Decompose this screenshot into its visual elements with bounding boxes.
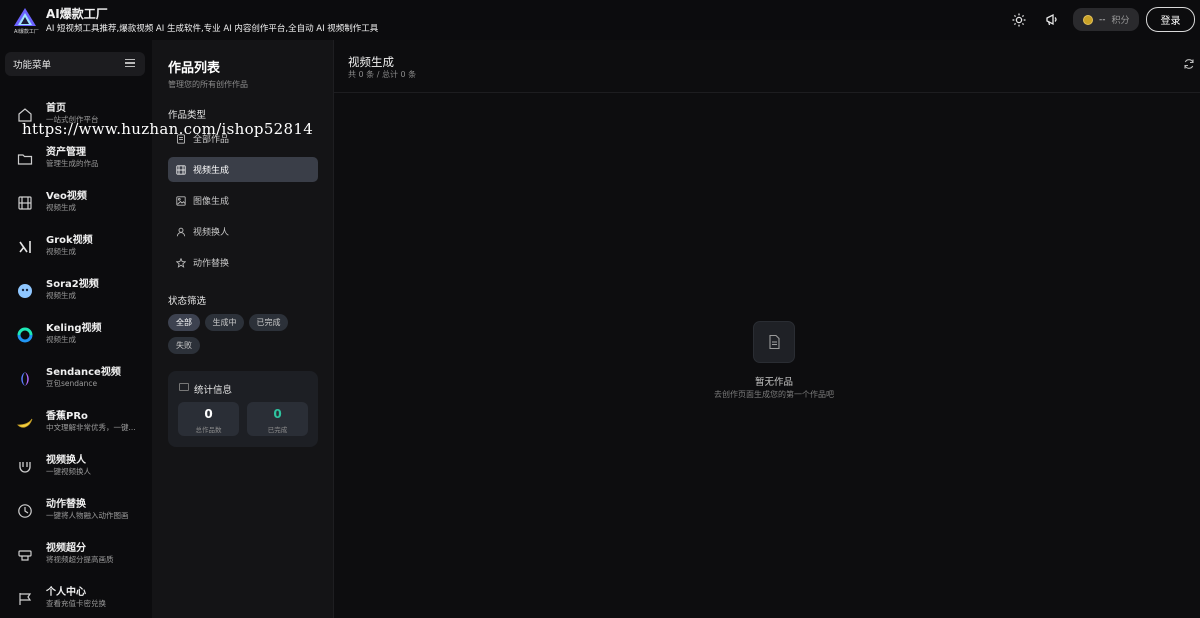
type-label: 动作替换	[193, 259, 230, 269]
user-icon	[176, 227, 186, 237]
credits-label: 积分	[1111, 16, 1130, 26]
sidebar-item-title: Sendance视频	[46, 367, 121, 378]
sidebar-item-desc: 视频生成	[46, 291, 76, 300]
sidebar-item-desc: 视频生成	[46, 335, 76, 344]
stat-total-label: 总作品数	[195, 426, 222, 434]
sidebar-item-motion-replace[interactable]: 动作替换 一键将人物融入动作图画	[0, 492, 152, 532]
folder-icon	[15, 149, 35, 169]
status-chip-failed[interactable]: 失败	[168, 337, 200, 354]
type-section-label: 作品类型	[168, 110, 207, 121]
brand-title: AI爆款工厂	[46, 7, 108, 21]
type-label: 视频生成	[193, 166, 230, 176]
banana-icon	[15, 413, 35, 433]
stats-title: 统计信息	[194, 385, 233, 396]
sidebar-item-title: 首页	[46, 103, 66, 114]
type-motion-replace[interactable]: 动作替换	[168, 250, 318, 275]
sidebar-item-desc: 管理生成的作品	[46, 159, 99, 168]
image-icon	[176, 195, 186, 206]
sidebar-item-assets[interactable]: 资产管理 管理生成的作品	[0, 140, 152, 180]
clock-icon	[15, 501, 35, 521]
type-video-generation[interactable]: 视频生成	[168, 157, 318, 182]
sidebar-item-upscale[interactable]: 视频超分 将视频超分提高画质	[0, 536, 152, 576]
stats-icon	[179, 383, 189, 391]
status-chip-generating[interactable]: 生成中	[205, 314, 244, 331]
sidebar-item-title: Keling视频	[46, 323, 102, 334]
sidebar-item-title: Veo视频	[46, 191, 87, 202]
film-icon	[15, 193, 35, 213]
main-title: 视频生成	[348, 55, 394, 69]
keling-icon	[15, 325, 35, 345]
status-chip-completed[interactable]: 已完成	[249, 314, 288, 331]
sidebar-item-desc: 将视频超分提高画质	[46, 555, 114, 564]
stat-completed: 0 已完成	[247, 402, 308, 436]
main-header: 视频生成 共 0 条 / 总计 0 条	[334, 40, 1200, 93]
sidebar-item-title: 资产管理	[46, 147, 86, 158]
stat-total-value: 0	[204, 407, 213, 421]
empty-state-title: 暂无作品	[754, 377, 793, 388]
sidebar-item-sendance[interactable]: Sendance视频 豆包sendance	[0, 360, 152, 400]
type-label: 图像生成	[193, 197, 230, 207]
sidebar-item-face-swap[interactable]: 视频换人 一键视频换人	[0, 448, 152, 488]
sendance-icon	[15, 369, 35, 389]
type-label: 视频换人	[193, 228, 230, 238]
sidebar-item-title: Grok视频	[46, 235, 93, 246]
sidebar-item-desc: 一键视频换人	[46, 467, 91, 476]
refresh-icon[interactable]	[1183, 58, 1195, 70]
login-button[interactable]: 登录	[1146, 7, 1195, 32]
sidebar-item-title: 个人中心	[46, 587, 86, 598]
sidebar-item-sora2[interactable]: Sora2视频 视频生成	[0, 272, 152, 312]
sidebar-item-profile[interactable]: 个人中心 查看充值卡密兑换	[0, 580, 152, 618]
logo-text: AI爆款工厂	[14, 29, 39, 35]
brand-subtitle: AI 短视频工具推荐,爆款视频 AI 生成软件,专业 AI 内容创作平台,全自动…	[46, 24, 379, 34]
watermark-text: https://www.huzhan.com/ishop52814	[22, 120, 314, 138]
type-image-generation[interactable]: 图像生成	[168, 188, 318, 213]
sidebar-item-desc: 一键将人物融入动作图画	[46, 511, 129, 520]
menu-label: 功能菜单	[13, 60, 52, 71]
sidebar-item-desc: 视频生成	[46, 247, 76, 256]
sidebar-item-banana-pro[interactable]: 香蕉PRo 中文理解非常优秀，一键...	[0, 404, 152, 444]
stat-total: 0 总作品数	[178, 402, 239, 436]
sidebar-item-keling[interactable]: Keling视频 视频生成	[0, 316, 152, 356]
sidebar-item-desc: 查看充值卡密兑换	[46, 599, 106, 608]
empty-file-icon	[753, 321, 795, 363]
main-content: 视频生成 共 0 条 / 总计 0 条 暂无作品 去创作页面生成您的第一个作品吧	[333, 40, 1200, 618]
sidebar-item-title: 动作替换	[46, 499, 86, 510]
type-face-swap[interactable]: 视频换人	[168, 219, 318, 244]
sidebar-item-desc: 豆包sendance	[46, 379, 98, 388]
credits-value: --	[1099, 14, 1106, 25]
star-icon	[176, 257, 186, 268]
stats-card: 统计信息 0 总作品数 0 已完成	[168, 371, 318, 447]
top-header: AI爆款工厂 AI爆款工厂 AI 短视频工具推荐,爆款视频 AI 生成软件,专业…	[0, 0, 1200, 40]
film-icon	[176, 164, 186, 175]
sidebar-item-title: 视频换人	[46, 455, 86, 466]
stat-completed-value: 0	[273, 407, 282, 421]
stat-completed-label: 已完成	[267, 426, 288, 434]
upscale-icon	[15, 545, 35, 565]
function-menu-header[interactable]: 功能菜单	[5, 52, 145, 76]
sidebar-item-desc: 中文理解非常优秀，一键...	[46, 423, 136, 432]
main-count: 共 0 条 / 总计 0 条	[348, 70, 417, 79]
works-subtitle: 管理您的所有创作作品	[168, 80, 248, 89]
empty-state-desc: 去创作页面生成您的第一个作品吧	[714, 390, 834, 399]
credits-badge[interactable]: -- 积分	[1073, 8, 1139, 31]
sora-icon	[15, 281, 35, 301]
sidebar-item-veo[interactable]: Veo视频 视频生成	[0, 184, 152, 224]
sidebar-item-title: 香蕉PRo	[46, 411, 88, 422]
status-section-label: 状态筛选	[168, 296, 207, 307]
sidebar-item-title: 视频超分	[46, 543, 86, 554]
works-title: 作品列表	[168, 61, 221, 76]
grok-icon	[15, 237, 35, 257]
magnet-icon	[15, 457, 35, 477]
hamburger-icon[interactable]	[125, 59, 135, 67]
flag-icon	[15, 589, 35, 609]
status-chip-all[interactable]: 全部	[168, 314, 200, 331]
sidebar-item-grok[interactable]: Grok视频 视频生成	[0, 228, 152, 268]
coin-icon	[1083, 14, 1093, 25]
sun-icon[interactable]	[1010, 11, 1028, 29]
sidebar-item-desc: 视频生成	[46, 203, 76, 212]
sidebar-item-title: Sora2视频	[46, 279, 99, 290]
megaphone-icon[interactable]	[1043, 11, 1061, 29]
